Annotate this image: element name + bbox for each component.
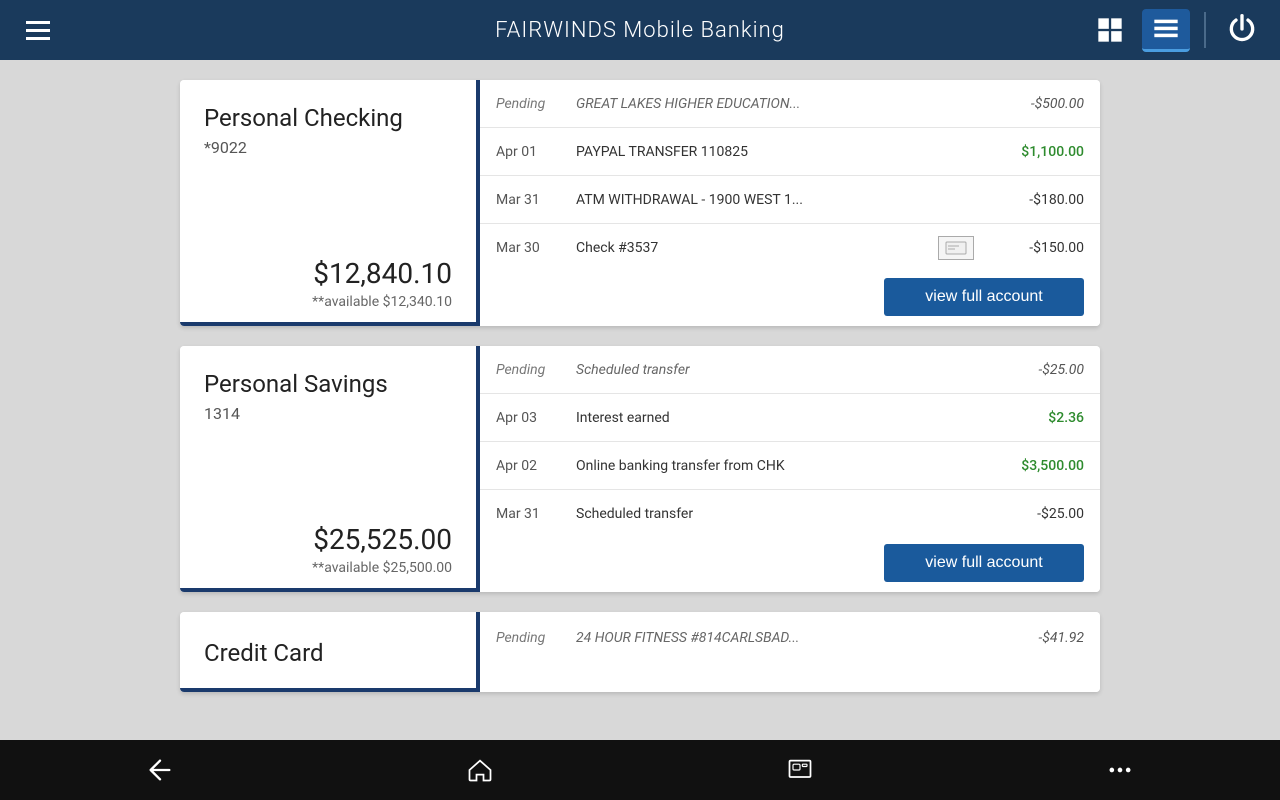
tx-description: Scheduled transfer	[566, 362, 984, 378]
tx-date: Apr 01	[496, 144, 566, 160]
table-row: Mar 31Scheduled transfer-$25.00	[480, 490, 1100, 538]
tx-date: Pending	[496, 630, 566, 646]
table-row: PendingScheduled transfer-$25.00	[480, 346, 1100, 394]
header-divider	[1204, 12, 1206, 48]
header-right	[1086, 7, 1264, 54]
account-name: Personal Savings	[204, 370, 452, 398]
account-balance: $12,840.10	[204, 257, 452, 290]
grid-view-button[interactable]	[1086, 10, 1134, 50]
tx-amount: -$150.00	[984, 240, 1084, 256]
transactions-and-btn: PendingGREAT LAKES HIGHER EDUCATION...-$…	[480, 80, 1100, 326]
tx-description: Interest earned	[566, 410, 984, 426]
tx-description: PAYPAL TRANSFER 110825	[566, 144, 984, 160]
account-info-personal-checking: Personal Checking *9022 $12,840.10 **availa…	[180, 80, 480, 326]
home-button[interactable]	[436, 746, 524, 794]
account-name: Credit Card	[204, 639, 452, 667]
tx-description: GREAT LAKES HIGHER EDUCATION...	[566, 96, 984, 112]
account-card-personal-savings: Personal Savings 1314 $25,525.00 **availabl…	[180, 346, 1100, 592]
account-number: 1314	[204, 404, 452, 423]
transactions-panel-credit-card: Pending24 HOUR FITNESS #814CARLSBAD...-$…	[480, 612, 1100, 692]
tx-amount: $1,100.00	[984, 144, 1084, 160]
table-row: PendingGREAT LAKES HIGHER EDUCATION...-$…	[480, 80, 1100, 128]
check-image-icon	[938, 236, 974, 260]
tx-description: 24 HOUR FITNESS #814CARLSBAD...	[566, 630, 984, 646]
transactions-and-btn: PendingScheduled transfer-$25.00Apr 03In…	[480, 346, 1100, 592]
list-view-button[interactable]	[1142, 9, 1190, 52]
app-title: FAIRWINDS Mobile Banking	[495, 18, 785, 43]
tx-amount: -$25.00	[984, 506, 1084, 522]
account-available: **available $25,500.00	[204, 560, 452, 576]
account-card-credit-card: Credit Card Pending24 HOUR FITNESS #814CA…	[180, 612, 1100, 692]
grid-icon	[1096, 16, 1124, 44]
transaction-list: PendingGREAT LAKES HIGHER EDUCATION...-$…	[480, 80, 1100, 272]
table-row: Mar 31ATM WITHDRAWAL - 1900 WEST 1...-$1…	[480, 176, 1100, 224]
table-row: Apr 01PAYPAL TRANSFER 110825$1,100.00	[480, 128, 1100, 176]
tx-amount: $3,500.00	[984, 458, 1084, 474]
transaction-list: PendingScheduled transfer-$25.00Apr 03In…	[480, 346, 1100, 538]
hamburger-icon	[26, 21, 50, 40]
table-row: Apr 03Interest earned$2.36	[480, 394, 1100, 442]
app-header: FAIRWINDS Mobile Banking	[0, 0, 1280, 60]
tx-date: Apr 03	[496, 410, 566, 426]
account-card-personal-checking: Personal Checking *9022 $12,840.10 **availa…	[180, 80, 1100, 326]
transactions-panel-personal-checking: PendingGREAT LAKES HIGHER EDUCATION...-$…	[480, 80, 1100, 326]
recents-button[interactable]	[756, 746, 844, 794]
tx-description: ATM WITHDRAWAL - 1900 WEST 1...	[566, 192, 984, 208]
account-balance: $25,525.00	[204, 523, 452, 556]
back-button[interactable]	[116, 746, 204, 794]
tx-amount: -$41.92	[984, 630, 1084, 646]
tx-amount: $2.36	[984, 410, 1084, 426]
tx-description: Online banking transfer from CHK	[566, 458, 984, 474]
home-icon	[466, 756, 494, 784]
account-name: Personal Checking	[204, 104, 452, 132]
view-full-account-button[interactable]: view full account	[884, 278, 1084, 316]
table-row: Pending24 HOUR FITNESS #814CARLSBAD...-$…	[480, 612, 1100, 664]
tx-date: Pending	[496, 96, 566, 112]
transactions-and-btn: Pending24 HOUR FITNESS #814CARLSBAD...-$…	[480, 612, 1100, 692]
tx-date: Mar 31	[496, 506, 566, 522]
hamburger-menu-button[interactable]	[16, 15, 60, 46]
header-left	[16, 15, 60, 46]
more-options-button[interactable]	[1076, 746, 1164, 794]
tx-amount: -$180.00	[984, 192, 1084, 208]
tx-description: Check #3537	[566, 240, 938, 256]
main-content: Personal Checking *9022 $12,840.10 **availa…	[0, 60, 1280, 740]
power-icon	[1226, 13, 1258, 45]
tx-amount: -$25.00	[984, 362, 1084, 378]
list-icon	[1152, 15, 1180, 43]
table-row: Apr 02Online banking transfer from CHK$3…	[480, 442, 1100, 490]
recents-icon	[786, 756, 814, 784]
transactions-panel-personal-savings: PendingScheduled transfer-$25.00Apr 03In…	[480, 346, 1100, 592]
account-info-credit-card: Credit Card	[180, 612, 480, 692]
power-button[interactable]	[1220, 7, 1264, 54]
account-info-personal-savings: Personal Savings 1314 $25,525.00 **availabl…	[180, 346, 480, 592]
tx-date: Pending	[496, 362, 566, 378]
account-available: **available $12,340.10	[204, 294, 452, 310]
more-icon	[1106, 756, 1134, 784]
view-full-account-button[interactable]: view full account	[884, 544, 1084, 582]
bottom-navigation	[0, 740, 1280, 800]
tx-description: Scheduled transfer	[566, 506, 984, 522]
account-number: *9022	[204, 138, 452, 157]
table-row: Mar 30Check #3537 -$150.00	[480, 224, 1100, 272]
tx-date: Mar 30	[496, 240, 566, 256]
tx-date: Mar 31	[496, 192, 566, 208]
transaction-list: Pending24 HOUR FITNESS #814CARLSBAD...-$…	[480, 612, 1100, 664]
tx-date: Apr 02	[496, 458, 566, 474]
tx-amount: -$500.00	[984, 96, 1084, 112]
back-icon	[146, 756, 174, 784]
